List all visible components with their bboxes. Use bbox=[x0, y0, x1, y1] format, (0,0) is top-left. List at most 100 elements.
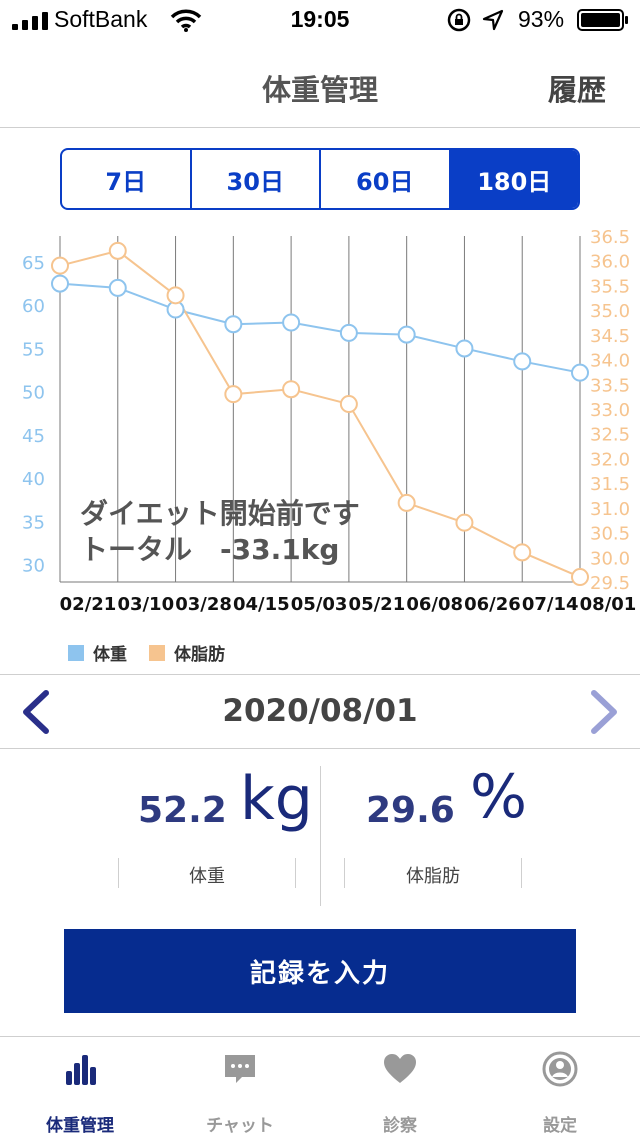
legend-swatch-weight bbox=[68, 644, 84, 661]
user-circle-icon bbox=[542, 1051, 578, 1087]
right-axis-tick: 31.5 bbox=[590, 474, 630, 495]
right-axis-tick: 34.0 bbox=[590, 351, 630, 372]
right-axis-tick: 33.0 bbox=[590, 400, 630, 421]
weight-unit: kg bbox=[240, 764, 313, 834]
fat-label: 体脂肪 bbox=[344, 854, 522, 888]
data-point-weight bbox=[513, 352, 532, 371]
x-axis-tick: 08/01 bbox=[580, 594, 637, 615]
data-point-fat bbox=[397, 493, 416, 512]
left-axis-tick: 60 bbox=[22, 296, 45, 317]
chat-icon bbox=[225, 1055, 255, 1083]
status-bar: SoftBank 19:05 93% bbox=[0, 0, 640, 40]
page-title: 体重管理 bbox=[261, 73, 378, 107]
x-axis-tick: 07/14 bbox=[522, 594, 579, 615]
weight-label: 体重 bbox=[118, 854, 296, 888]
data-point-weight bbox=[455, 339, 474, 358]
series-line-weight bbox=[59, 282, 581, 374]
data-point-fat bbox=[224, 385, 243, 404]
period-tab-7d[interactable]: 7日 bbox=[62, 150, 192, 208]
overlay-line-status: ダイエット開始前です bbox=[80, 497, 360, 530]
data-point-weight bbox=[339, 323, 358, 342]
current-date: 2020/08/01 bbox=[222, 693, 418, 729]
left-axis-tick: 65 bbox=[22, 253, 45, 274]
right-axis-tick: 30.0 bbox=[590, 548, 630, 569]
data-point-fat bbox=[51, 256, 69, 275]
chevron-right-icon[interactable] bbox=[586, 687, 622, 737]
x-axis-tick: 06/08 bbox=[406, 594, 463, 615]
heart-icon bbox=[384, 1054, 416, 1083]
data-point-fat bbox=[166, 286, 185, 305]
overlay-line-total: トータル -33.1kg bbox=[80, 533, 340, 566]
legend-label-weight: 体重 bbox=[93, 645, 127, 665]
period-tab-60d[interactable]: 60日 bbox=[321, 150, 451, 208]
tab-consultation[interactable]: 診察 bbox=[320, 1037, 480, 1136]
data-point-fat bbox=[455, 513, 474, 532]
data-point-fat bbox=[513, 543, 532, 562]
data-point-weight bbox=[108, 278, 127, 297]
data-point-fat bbox=[282, 380, 301, 399]
data-point-fat bbox=[571, 568, 589, 587]
legend-item-fat: 体脂肪 bbox=[149, 640, 225, 665]
right-axis-tick: 35.0 bbox=[590, 301, 630, 322]
history-button[interactable]: 履歴 bbox=[548, 67, 606, 109]
x-axis-tick: 05/21 bbox=[349, 594, 406, 615]
chart-legend: 体重 体脂肪 bbox=[68, 640, 247, 665]
left-axis-tick: 35 bbox=[22, 512, 45, 533]
x-axis-tick: 03/10 bbox=[117, 594, 174, 615]
legend-item-weight: 体重 bbox=[68, 640, 127, 665]
record-entry-button[interactable]: 記録を入力 bbox=[64, 929, 576, 1013]
left-axis-tick: 45 bbox=[22, 426, 45, 447]
data-point-weight bbox=[282, 313, 301, 332]
battery-icon bbox=[577, 9, 628, 31]
period-tab-180d[interactable]: 180日 bbox=[450, 150, 578, 208]
chart-overlay-text: ダイエット開始前です トータル -33.1kg bbox=[80, 496, 360, 568]
period-tab-30d[interactable]: 30日 bbox=[192, 150, 321, 208]
right-axis-tick: 29.5 bbox=[590, 573, 630, 594]
right-axis-tick: 35.5 bbox=[590, 276, 630, 297]
data-point-weight bbox=[397, 325, 416, 344]
location-icon bbox=[482, 9, 504, 31]
tab-weight-management[interactable]: 体重管理 bbox=[0, 1037, 160, 1136]
metrics-divider bbox=[320, 766, 321, 906]
left-axis-tick: 50 bbox=[22, 383, 45, 404]
right-axis-tick: 32.5 bbox=[590, 425, 630, 446]
right-axis-tick: 36.5 bbox=[590, 228, 630, 248]
x-axis-tick: 03/28 bbox=[175, 594, 232, 615]
right-axis-tick: 34.5 bbox=[590, 326, 630, 347]
data-point-fat bbox=[108, 241, 127, 260]
x-axis-tick: 02/21 bbox=[60, 594, 117, 615]
weight-value: 52.2 bbox=[138, 790, 227, 831]
tab-label-settings: 設定 bbox=[543, 1116, 577, 1136]
data-point-weight bbox=[571, 363, 589, 382]
left-axis-tick: 30 bbox=[22, 556, 45, 577]
x-axis-tick: 05/03 bbox=[291, 594, 348, 615]
x-axis-tick: 06/26 bbox=[464, 594, 521, 615]
data-point-weight bbox=[224, 315, 243, 334]
tab-label-weight: 体重管理 bbox=[46, 1116, 114, 1136]
tab-bar: 体重管理 チャット 診察 設定 bbox=[0, 1036, 640, 1136]
battery-percent: 93% bbox=[518, 6, 565, 32]
right-axis-tick: 32.0 bbox=[590, 449, 630, 470]
metrics-panel: 52.2 kg 体重 29.6 % 体脂肪 bbox=[0, 750, 640, 910]
date-navigator: 2020/08/01 bbox=[0, 674, 640, 749]
left-axis-tick: 55 bbox=[22, 339, 45, 360]
legend-label-fat: 体脂肪 bbox=[174, 645, 225, 665]
legend-swatch-fat bbox=[149, 644, 165, 661]
tab-chat[interactable]: チャット bbox=[160, 1037, 320, 1136]
data-point-fat bbox=[339, 395, 358, 414]
left-axis-tick: 40 bbox=[22, 469, 45, 490]
x-axis-tick: 04/15 bbox=[233, 594, 290, 615]
period-segmented-control: 7日 30日 60日 180日 bbox=[60, 148, 580, 210]
rotation-lock-icon bbox=[447, 8, 471, 32]
right-axis-tick: 31.0 bbox=[590, 499, 630, 520]
bar-chart-icon bbox=[66, 1055, 96, 1085]
right-axis-tick: 36.0 bbox=[590, 252, 630, 273]
fat-unit: % bbox=[470, 762, 528, 832]
right-axis-tick: 33.5 bbox=[590, 375, 630, 396]
weight-fat-chart: 30 35 40 45 50 55 60 65 29.5 30.0 30.5 31.0 31.5 32.0… bbox=[22, 228, 637, 615]
tab-settings[interactable]: 設定 bbox=[480, 1037, 640, 1136]
data-point-weight bbox=[51, 274, 69, 293]
tab-label-chat: チャット bbox=[206, 1116, 274, 1136]
tab-label-consultation: 診察 bbox=[383, 1116, 417, 1136]
right-axis-tick: 30.5 bbox=[590, 524, 630, 545]
